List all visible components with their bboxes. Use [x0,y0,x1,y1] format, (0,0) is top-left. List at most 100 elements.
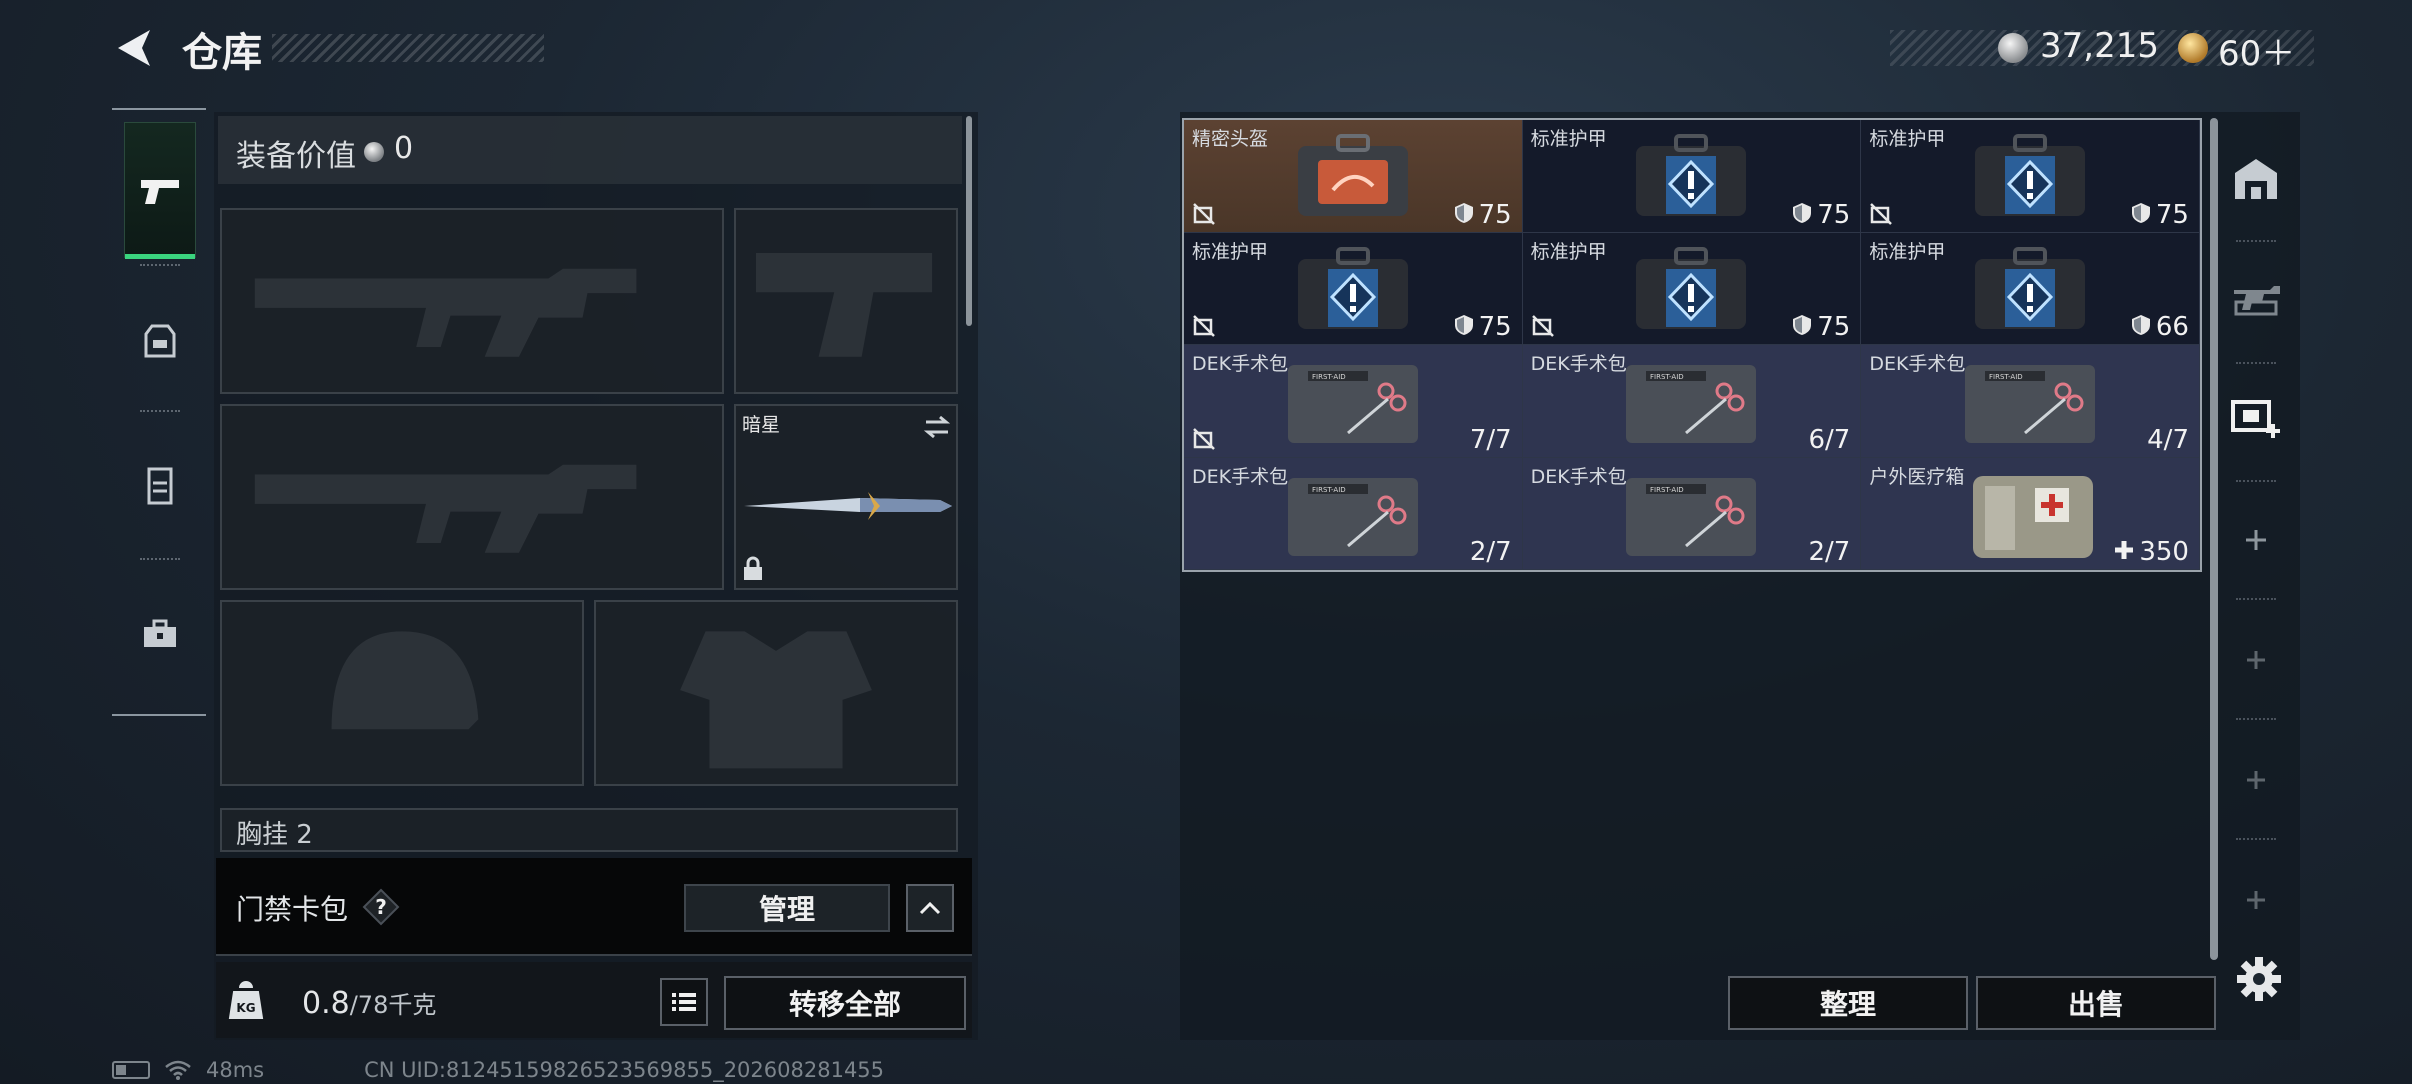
storage-item-cell[interactable]: 标准护甲 75 [1522,120,1862,233]
tab-armor[interactable] [124,418,196,554]
add-storage-tab-button[interactable] [2228,872,2284,928]
item-value: 75 [2155,199,2189,230]
transfer-all-button[interactable]: 转移全部 [724,976,966,1030]
storage-item-cell[interactable]: FIRST-AID DEK手术包 2/7 [1184,457,1523,570]
add-storage-tab-button[interactable] [2228,512,2284,568]
add-storage-tab-button[interactable] [2228,632,2284,688]
storage-item-cell[interactable]: 精密头盔 75 [1184,120,1523,233]
surgery-kit-image: FIRST-AID [1287,477,1418,556]
sort-button[interactable]: 整理 [1728,976,1968,1030]
title-decoration [272,34,544,62]
body-armor-slot[interactable] [594,600,958,786]
item-value: 75 [1478,199,1512,230]
storage-scrollbar[interactable] [2210,118,2218,960]
kg-weight-icon: KG [228,981,264,1019]
melee-slot[interactable]: 暗星 [734,404,958,590]
item-value: 2/7 [1469,537,1512,567]
storage-item-cell[interactable]: 户外医疗箱 350 [1861,457,2200,570]
help-icon[interactable]: ? [362,888,400,926]
surgery-kit-image: FIRST-AID [1965,365,2096,443]
tab-weapons[interactable] [124,122,196,259]
durability-shield-icon [1793,315,1812,335]
premium-amount[interactable]: 60＋ [2218,26,2295,75]
list-view-button[interactable] [660,978,708,1026]
svg-text:FIRST-AID: FIRST-AID [1989,373,2023,381]
page-title: 仓库 [182,30,262,76]
battery-icon [112,1061,150,1079]
svg-text:FIRST-AID: FIRST-AID [1312,373,1346,381]
storage-item-cell[interactable]: FIRST-AID DEK手术包 6/7 [1522,345,1862,458]
storage-item-cell[interactable]: FIRST-AID DEK手术包 7/7 [1184,345,1523,458]
weapon-crate-icon [2234,286,2280,316]
collapse-button[interactable] [906,884,954,932]
helmet-silhouette-icon [331,631,479,730]
chevron-up-icon [919,901,941,915]
item-name: DEK手术包 [1530,353,1627,375]
armor-silhouette-icon [680,631,872,769]
manage-button[interactable]: 管理 [684,884,890,932]
tab-gear[interactable] [124,272,196,408]
item-name: DEK手术包 [1192,353,1289,375]
storage-grid: 精密头盔 75 标准护甲 75 标准护甲 75 标准护甲 75 标准护甲 75 标准护甲 66 FIRS… [1182,118,2202,572]
durability-shield-icon [1454,315,1473,335]
vest-icon [147,467,173,505]
helmet-slot[interactable] [220,600,584,786]
pistol-icon [141,180,179,204]
swap-icon[interactable] [922,414,952,440]
pistol-silhouette-icon [755,253,933,357]
helmet-case-image [1297,134,1408,216]
storage-item-cell[interactable]: FIRST-AID DEK手术包 4/7 [1861,345,2200,458]
melee-name: 暗星 [742,414,781,436]
coin-amount: 37,215 [2040,26,2159,66]
armor-case-image [1636,134,1747,216]
item-name: DEK手术包 [1869,353,1966,375]
storage-item-cell[interactable]: 标准护甲 75 [1184,232,1523,345]
storage-item-cell[interactable]: FIRST-AID DEK手术包 2/7 [1522,457,1862,570]
tab-supplies[interactable] [124,566,196,702]
storage-item-cell[interactable]: 标准护甲 75 [1522,232,1862,345]
item-value: 2/7 [1808,537,1851,567]
item-value: 350 [2139,537,2189,567]
storage-item-cell[interactable]: 标准护甲 75 [1861,120,2200,233]
svg-text:FIRST-AID: FIRST-AID [1650,373,1684,381]
secondary-weapon-slot[interactable] [220,404,724,590]
item-value: 6/7 [1808,424,1851,455]
storage-item-cell[interactable]: 标准护甲 66 [1861,232,2200,345]
gear-icon[interactable] [2236,956,2282,1002]
coin-icon [364,142,384,162]
svg-text:FIRST-AID: FIRST-AID [1312,486,1346,494]
no-insure-icon [1193,427,1215,450]
svg-text:KG: KG [236,1001,255,1015]
tab-storage-weapons[interactable] [2228,270,2284,326]
surgery-kit-image: FIRST-AID [1287,365,1418,443]
chest-rig-label: 胸挂 2 [236,820,313,850]
item-name: DEK手术包 [1530,465,1627,488]
medical-crate-icon [2231,400,2280,438]
armor-case-image [1636,246,1747,329]
rifle-silhouette-icon [254,268,637,357]
sell-button[interactable]: 出售 [1976,976,2216,1030]
durability-shield-icon [1793,202,1812,223]
plus-icon [2247,771,2265,789]
add-storage-tab-button[interactable] [2228,752,2284,808]
tab-storage-main[interactable] [2228,150,2284,206]
back-arrow-icon[interactable] [112,26,156,70]
tab-storage-medical[interactable] [2228,388,2284,444]
no-insure-icon [1531,315,1554,337]
surgery-kit-image: FIRST-AID [1626,477,1757,556]
loadout-scrollbar[interactable] [966,116,972,326]
pistol-slot[interactable] [734,208,958,394]
item-name: 精密头盔 [1192,128,1269,150]
help-mark: ? [375,895,387,919]
item-name: 户外医疗箱 [1869,465,1965,488]
primary-weapon-slot[interactable] [220,208,724,394]
carry-weight: 0.8/78千克 [302,986,437,1021]
access-card-label: 门禁卡包 [236,893,349,926]
item-value: 7/7 [1469,424,1512,455]
toolbox-icon [144,619,176,647]
item-value: 4/7 [2147,424,2189,455]
item-name: 标准护甲 [1530,128,1607,150]
chest-rig-slot[interactable] [220,808,958,852]
item-name: 标准护甲 [1869,128,1946,150]
equipment-value-label: 装备价值 [236,139,356,174]
